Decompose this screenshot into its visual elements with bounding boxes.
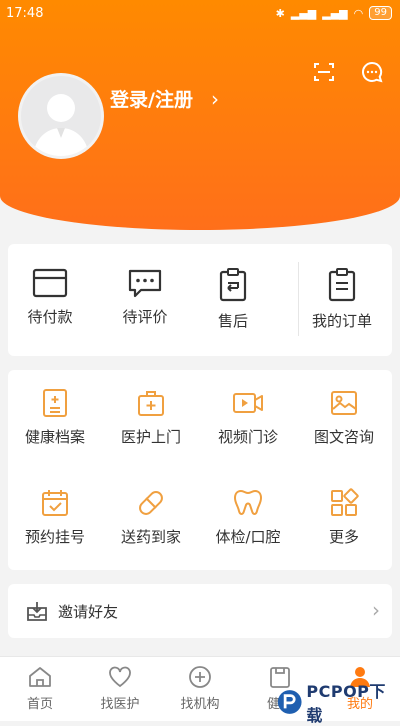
service-label: 健康档案	[24, 428, 85, 446]
return-icon	[219, 268, 247, 302]
service-appointment[interactable]: 预约挂号	[10, 488, 100, 547]
signal2-icon: ▂▄▆	[322, 6, 348, 20]
invite-icon	[27, 602, 47, 621]
invite-label: 邀请好友	[58, 603, 119, 621]
order-label: 待评价	[122, 308, 168, 326]
status-icons: ✱ ▂▄▆ ▂▄▆ ◠ 99	[276, 6, 392, 20]
service-more[interactable]: 更多	[299, 488, 389, 547]
service-label: 医护上门	[120, 428, 181, 446]
battery-indicator: 99	[369, 6, 392, 20]
tooth-icon	[233, 489, 263, 515]
order-list-icon	[328, 268, 356, 302]
chevron-right-icon: ›	[210, 86, 219, 111]
home-icon	[29, 667, 51, 687]
invite-friends-row[interactable]: 邀请好友 ›	[8, 584, 392, 638]
service-home-care[interactable]: 医护上门	[106, 388, 196, 447]
card-icon	[32, 268, 68, 298]
service-label: 视频门诊	[217, 428, 278, 446]
service-label: 体检/口腔	[215, 528, 281, 546]
service-label: 预约挂号	[24, 528, 85, 546]
service-checkup-dental[interactable]: 体检/口腔	[203, 488, 293, 547]
service-video-clinic[interactable]: 视频门诊	[203, 388, 293, 447]
order-label: 待付款	[27, 308, 73, 326]
order-label: 售后	[217, 312, 248, 330]
order-after-sales[interactable]: 售后	[193, 268, 273, 331]
tab-home[interactable]: 首页	[0, 665, 80, 712]
pcpop-watermark: PCPOP下载	[276, 682, 394, 725]
pill-icon	[139, 491, 163, 515]
login-register-link[interactable]: 登录/注册 ›	[110, 85, 219, 112]
status-bar: 17:48 ✱ ▂▄▆ ▂▄▆ ◠ 99	[0, 0, 400, 28]
scan-icon[interactable]	[312, 60, 336, 84]
user-silhouette-icon	[33, 94, 89, 156]
services-card: 健康档案 医护上门 视频门诊 图文咨询 预约挂号 送药到家 体检/口腔 更多	[8, 370, 392, 570]
video-icon	[233, 393, 263, 413]
my-orders-button[interactable]: 我的订单	[302, 268, 382, 331]
tab-find-doctor[interactable]: 找医护	[80, 665, 160, 712]
service-label: 更多	[328, 528, 359, 546]
avatar[interactable]	[18, 73, 104, 159]
message-icon[interactable]	[360, 60, 384, 84]
watermark-text: PCPOP下载	[306, 682, 386, 725]
bluetooth-icon: ✱	[275, 6, 285, 20]
heart-icon	[109, 666, 131, 688]
service-image-consult[interactable]: 图文咨询	[299, 388, 389, 447]
service-label: 图文咨询	[313, 428, 374, 446]
status-time: 17:48	[6, 6, 44, 21]
orders-card: 待付款 待评价 售后 我的订单	[8, 244, 392, 356]
health-record-icon	[43, 389, 67, 417]
signal-icon: ▂▄▆	[290, 6, 317, 20]
pcpop-logo-icon	[277, 690, 302, 714]
service-health-record[interactable]: 健康档案	[10, 388, 100, 447]
my-orders-label: 我的订单	[311, 312, 372, 330]
tab-label: 首页	[26, 697, 53, 712]
plus-circle-icon	[189, 666, 211, 688]
order-pending-payment[interactable]: 待付款	[10, 268, 90, 327]
login-label: 登录/注册	[110, 89, 193, 111]
chevron-right-icon: ›	[372, 598, 380, 622]
order-pending-review[interactable]: 待评价	[105, 268, 185, 327]
tab-label: 找机构	[180, 697, 220, 712]
service-medicine-delivery[interactable]: 送药到家	[106, 488, 196, 547]
medical-kit-icon	[138, 391, 164, 416]
service-label: 送药到家	[120, 528, 181, 546]
grid-icon	[331, 488, 359, 516]
wifi-icon: ◠	[353, 6, 364, 20]
tab-label: 找医护	[100, 697, 140, 712]
comment-icon	[128, 269, 162, 298]
tab-find-institution[interactable]: 找机构	[160, 665, 240, 712]
calendar-icon	[42, 490, 68, 516]
image-chat-icon	[331, 391, 357, 415]
orders-divider	[298, 262, 299, 336]
